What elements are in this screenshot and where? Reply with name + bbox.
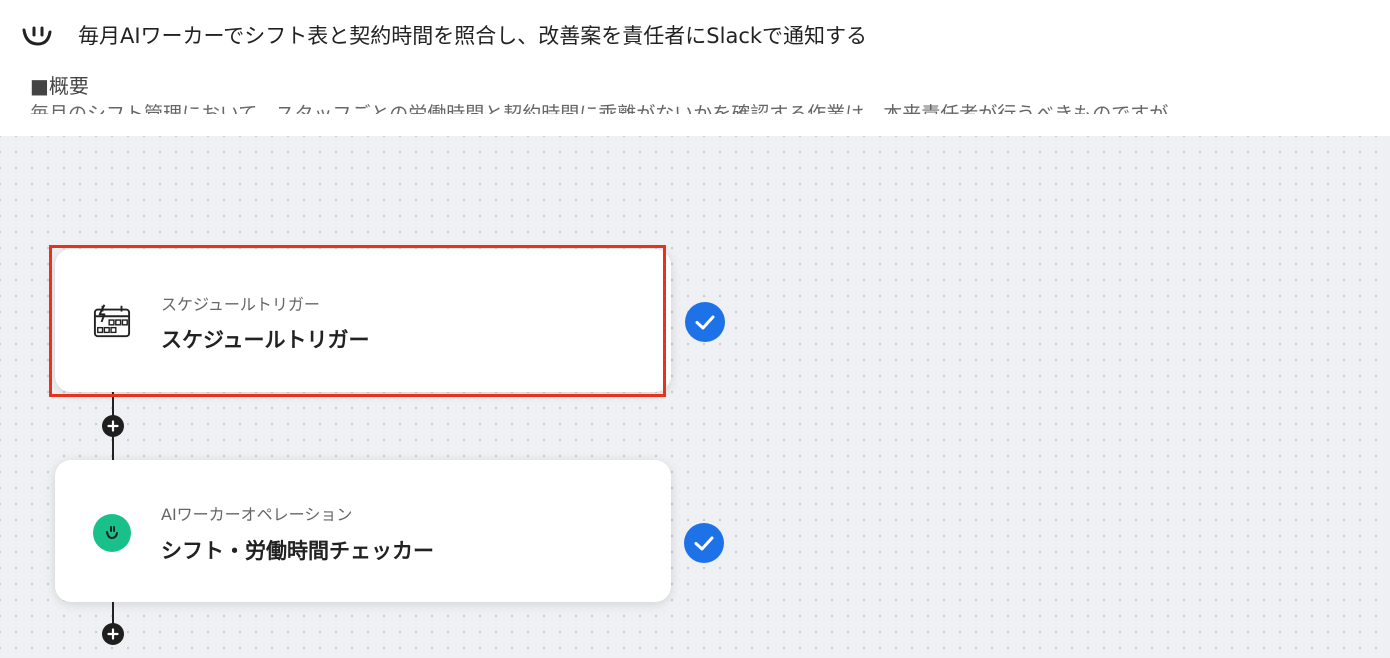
step-subtitle: AIワーカーオペレーション bbox=[161, 505, 353, 524]
plus-icon bbox=[107, 628, 119, 640]
flow-header: 毎月AIワーカーでシフト表と契約時間を照合し、改善案を責任者にSlackで通知す… bbox=[0, 0, 1390, 136]
summary-text: 毎月のシフト管理において、スタッフごとの労働時間と契約時間に乖離がないかを確認す… bbox=[30, 103, 1169, 114]
add-step-button[interactable] bbox=[102, 415, 124, 437]
plus-icon bbox=[107, 420, 119, 432]
summary-label: ■概要 bbox=[30, 74, 89, 98]
check-icon bbox=[695, 315, 715, 330]
add-step-button[interactable] bbox=[102, 623, 124, 645]
flow-title: 毎月AIワーカーでシフト表と契約時間を照合し、改善案を責任者にSlackで通知す… bbox=[78, 24, 868, 48]
step-complete-check bbox=[685, 302, 725, 342]
check-icon bbox=[694, 536, 714, 551]
yoom-smile-logo-icon bbox=[22, 26, 52, 46]
flow-canvas[interactable]: スケジュールトリガー スケジュールトリガー AIワーカーオペレーション シフト・… bbox=[0, 136, 1390, 658]
step-complete-check bbox=[684, 523, 724, 563]
ai-worker-icon bbox=[93, 514, 131, 552]
flow-step-ai-worker[interactable]: AIワーカーオペレーション シフト・労働時間チェッカー bbox=[55, 460, 671, 602]
selection-highlight bbox=[49, 245, 666, 397]
step-title: シフト・労働時間チェッカー bbox=[161, 539, 434, 563]
